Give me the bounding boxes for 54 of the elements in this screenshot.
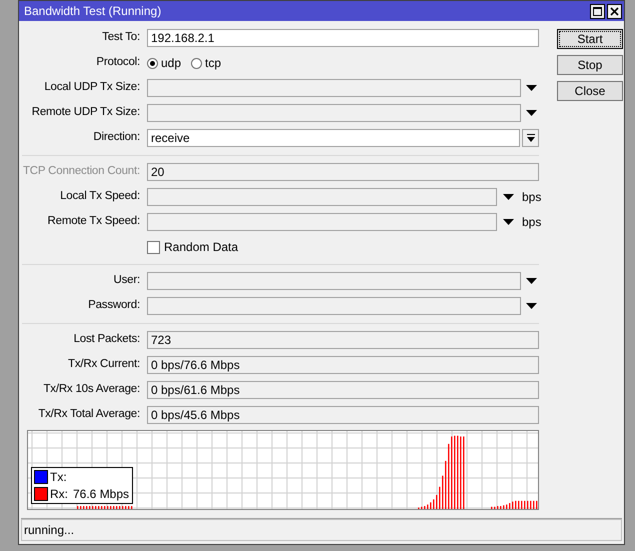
dropdown-arrow-icon[interactable] — [526, 110, 537, 116]
window-title: Bandwidth Test (Running) — [24, 3, 162, 20]
legend-label: Rx: — [50, 486, 68, 503]
field-label: Tx/Rx 10s Average: — [43, 382, 140, 398]
field-label: Tx/Rx Total Average: — [38, 407, 140, 422]
dialog-button[interactable]: Start — [557, 29, 623, 49]
field-label: Tx/Rx Current: — [68, 357, 140, 372]
readonly-field: 0 bps/61.6 Mbps — [147, 381, 539, 399]
checkbox-option[interactable]: Random Data — [147, 238, 238, 256]
close-icon — [610, 6, 619, 16]
field-label: Remote UDP Tx Size: — [32, 105, 140, 120]
readonly-field: 0 bps/76.6 Mbps — [147, 356, 539, 374]
readonly-field: 723 — [147, 331, 539, 349]
combo-field[interactable] — [147, 272, 521, 290]
legend-label: Tx: — [50, 469, 67, 486]
dropdown-arrow-icon — [526, 134, 534, 142]
text-field[interactable]: 192.168.2.1 — [147, 29, 539, 47]
select-field[interactable]: receive — [147, 129, 520, 147]
readonly-field: 0 bps/45.6 Mbps — [147, 406, 539, 424]
combo-field[interactable] — [147, 79, 521, 97]
field-label: User: — [114, 273, 140, 288]
speed-field[interactable] — [147, 188, 497, 206]
combo-field[interactable] — [147, 104, 521, 122]
radio-option[interactable]: udp — [147, 54, 182, 72]
dropdown-arrow-icon[interactable] — [526, 303, 537, 309]
field-label: Test To: — [102, 30, 140, 46]
dropdown-arrow-icon[interactable] — [503, 194, 514, 200]
dialog-button[interactable]: Stop — [557, 55, 623, 75]
radio-button[interactable] — [191, 58, 202, 68]
dialog-button[interactable]: Close — [557, 81, 623, 101]
dropdown-button[interactable] — [522, 129, 539, 147]
dropdown-arrow-icon[interactable] — [503, 219, 514, 225]
radio-option[interactable]: tcp — [191, 54, 222, 72]
field-label: Direction: — [93, 130, 140, 146]
speed-field[interactable] — [147, 213, 497, 231]
maximize-icon — [593, 6, 602, 16]
field-label: Local Tx Speed: — [60, 189, 140, 204]
field-label: Lost Packets: — [74, 332, 140, 348]
unit-label: bps — [522, 189, 542, 206]
maximize-button[interactable] — [590, 4, 605, 18]
dropdown-arrow-icon[interactable] — [526, 278, 537, 284]
radio-button[interactable] — [147, 58, 158, 68]
field-label: Local UDP Tx Size: — [44, 80, 140, 96]
field-label: TCP Connection Count: — [22, 164, 140, 180]
dropdown-arrow-icon[interactable] — [526, 85, 537, 91]
checkbox[interactable] — [147, 240, 160, 254]
legend-value: 76.6 Mbps — [73, 486, 130, 503]
combo-field[interactable] — [147, 297, 521, 315]
close-window-button[interactable] — [607, 4, 622, 18]
field-label: Password: — [88, 298, 140, 314]
status-text: running... — [24, 522, 74, 539]
unit-label: bps — [522, 214, 542, 231]
field-label: Remote Tx Speed: — [48, 214, 140, 230]
field-label: Protocol: — [96, 55, 140, 70]
